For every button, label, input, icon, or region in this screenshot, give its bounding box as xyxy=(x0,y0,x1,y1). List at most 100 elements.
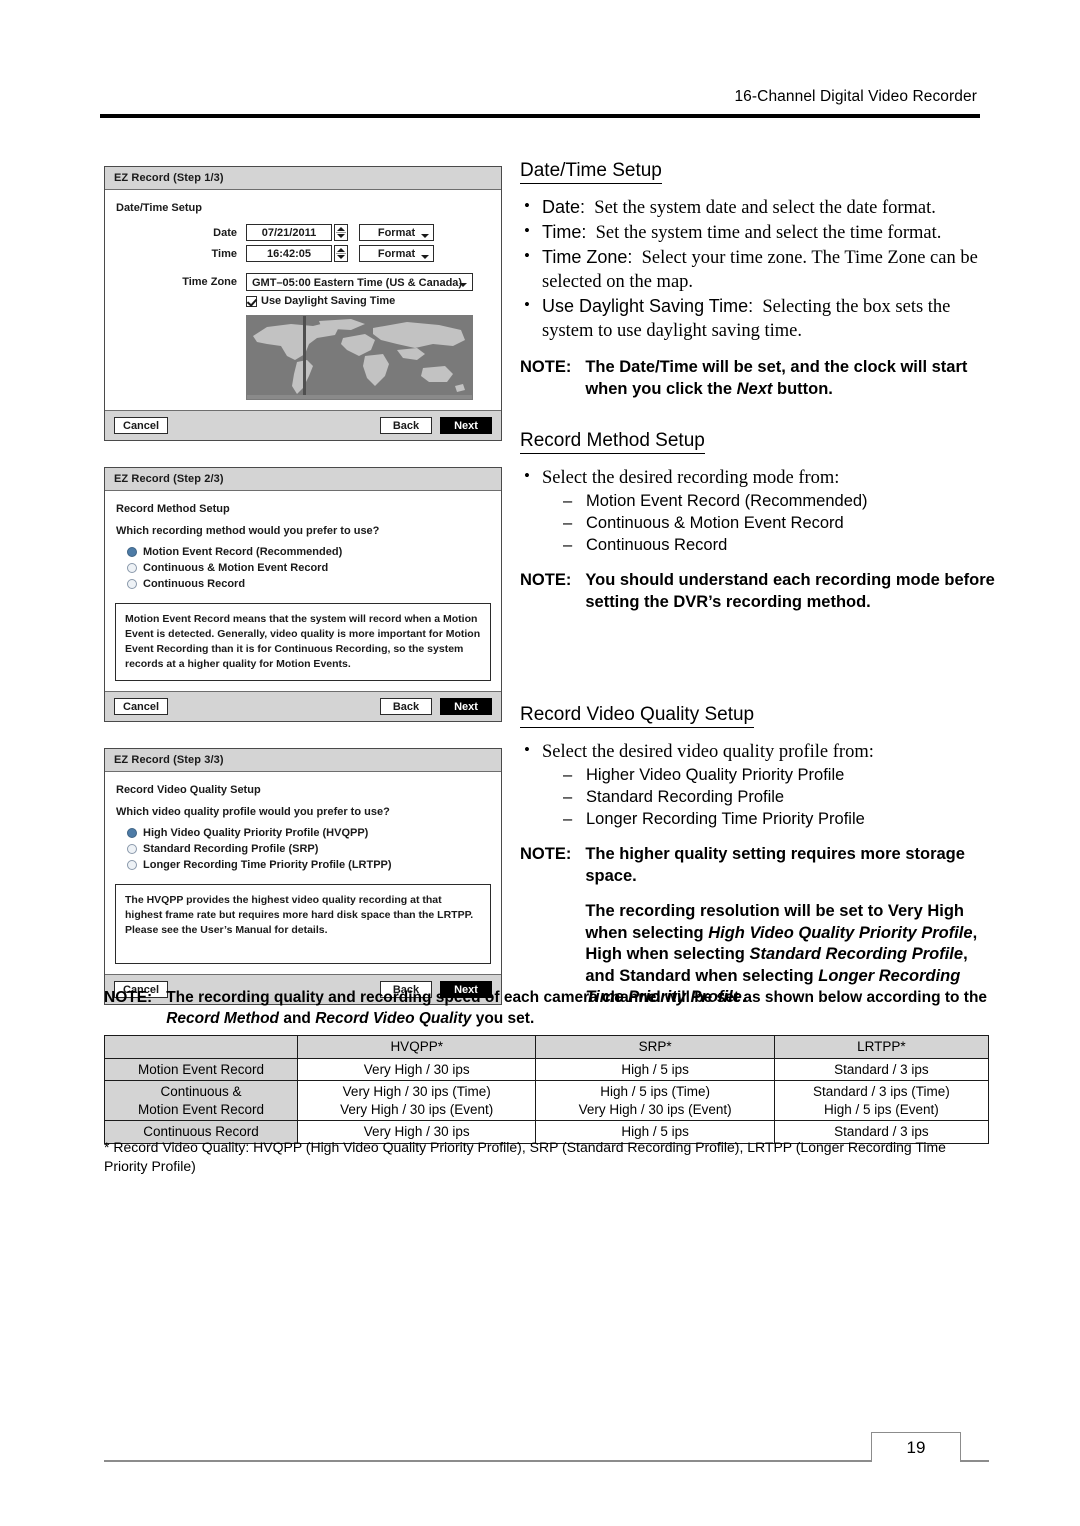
table-cell: Very High / 30 ips (Time) Very High / 30… xyxy=(296,1080,537,1122)
section-title: Record Video Quality Setup xyxy=(520,704,755,728)
radio-option[interactable]: Continuous & Motion Event Record xyxy=(127,562,491,574)
radio-label: Continuous Record xyxy=(143,578,246,590)
list-item: Motion Event Record (Recommended) xyxy=(560,490,998,512)
page-footer: 19 xyxy=(104,1432,989,1476)
note-emphasis-1: Record Method xyxy=(166,1009,280,1027)
note-label: NOTE: xyxy=(520,571,572,590)
radio-option[interactable]: Standard Recording Profile (SRP) xyxy=(127,843,491,855)
back-button[interactable]: Back xyxy=(380,417,432,434)
list-item: Longer Recording Time Priority Profile xyxy=(560,808,998,830)
next-button[interactable]: Next xyxy=(440,698,492,715)
time-row: Time 16:42:05 Format xyxy=(115,245,491,262)
bullet-text: Set the system time and select the time … xyxy=(595,223,942,244)
bullet-text: Select the desired video quality profile… xyxy=(542,742,874,762)
note-paragraph-1: The higher quality setting requires more… xyxy=(585,845,965,885)
world-map[interactable] xyxy=(246,315,473,400)
dialog-heading: Record Video Quality Setup xyxy=(116,784,261,796)
radio-selected-icon[interactable] xyxy=(127,547,137,557)
section-record-method-setup: Record Method Setup Select the desired r… xyxy=(520,430,998,613)
description-text: Motion Event Record means that the syste… xyxy=(125,613,481,670)
column-header-blank xyxy=(104,1035,298,1059)
dst-checkbox-row[interactable]: Use Daylight Saving Time xyxy=(246,295,491,307)
bullet-term: Use Daylight Saving Time: xyxy=(542,296,754,317)
table-footnote: * Record Video Quality: HVQPP (High Vide… xyxy=(104,1139,946,1175)
radio-unselected-icon[interactable] xyxy=(127,860,137,870)
back-button[interactable]: Back xyxy=(380,698,432,715)
dialog-question: Which video quality profile would you pr… xyxy=(116,806,390,818)
dialog-heading: Record Method Setup xyxy=(116,503,230,515)
document-page: 16-Channel Digital Video Recorder EZ Rec… xyxy=(0,0,1080,1526)
note-body: You should understand each recording mod… xyxy=(585,570,998,613)
cell-line: Very High / 30 ips (Time) xyxy=(342,1084,491,1100)
table-cell: Standard / 3 ips (Time) High / 5 ips (Ev… xyxy=(773,1080,990,1122)
note-text-a: The recording quality and recording spee… xyxy=(166,989,988,1006)
section-title: Record Method Setup xyxy=(520,430,705,454)
page-number: 19 xyxy=(871,1432,961,1462)
cancel-button[interactable]: Cancel xyxy=(114,698,169,715)
date-stepper[interactable] xyxy=(334,224,348,241)
cell-line: Very High / 30 ips (Event) xyxy=(340,1101,494,1117)
row-header: Continuous & Motion Event Record xyxy=(104,1080,298,1122)
bullet-list: Select the desired video quality profile… xyxy=(520,739,998,830)
video-quality-radio-group: High Video Quality Priority Profile (HVQ… xyxy=(127,827,491,871)
radio-option[interactable]: Continuous Record xyxy=(127,578,491,590)
timezone-label: Time Zone xyxy=(182,276,237,288)
table-row: Motion Event Record Very High / 30 ips H… xyxy=(104,1057,990,1082)
radio-option[interactable]: High Video Quality Priority Profile (HVQ… xyxy=(127,827,491,839)
note-label: NOTE: xyxy=(104,989,153,1006)
time-format-button[interactable]: Format xyxy=(359,245,434,262)
list-item: Standard Recording Profile xyxy=(560,786,998,808)
cancel-button[interactable]: Cancel xyxy=(114,417,169,434)
section-date-time-setup: Date/Time Setup Date: Set the system dat… xyxy=(520,160,998,400)
table-cell: High / 5 ips (Time) Very High / 30 ips (… xyxy=(535,1080,775,1122)
note-label: NOTE: xyxy=(520,358,572,377)
radio-unselected-icon[interactable] xyxy=(127,844,137,854)
radio-option[interactable]: Motion Event Record (Recommended) xyxy=(127,546,491,558)
list-item: Continuous Record xyxy=(560,534,998,556)
date-label: Date xyxy=(213,226,237,239)
dialog-question: Which recording method would you prefer … xyxy=(116,525,380,537)
table-cell: High / 5 ips xyxy=(535,1057,775,1082)
ez-record-step2-dialog: EZ Record (Step 2/3) Record Method Setup… xyxy=(104,467,502,722)
cell-line: Standard / 3 ips xyxy=(834,1061,929,1077)
dialog-footer: Cancel Back Next xyxy=(105,410,501,440)
row-header-line: Continuous & xyxy=(160,1084,242,1100)
note-emphasis-2: Standard Recording Profile xyxy=(749,945,964,964)
timezone-value: GMT–05:00 Eastern Time (US & Canada) xyxy=(252,277,463,289)
radio-label: Motion Event Record (Recommended) xyxy=(143,546,343,558)
date-format-button[interactable]: Format xyxy=(359,224,434,241)
cell-line: Standard / 3 ips (Time) xyxy=(813,1084,950,1100)
bullet-term: Date: xyxy=(542,197,586,217)
list-item: Use Daylight Saving Time: Selecting the … xyxy=(520,294,998,343)
timezone-select[interactable]: GMT–05:00 Eastern Time (US & Canada) xyxy=(246,273,473,291)
page-header-title: 16-Channel Digital Video Recorder xyxy=(734,88,977,105)
checkbox-checked-icon[interactable] xyxy=(246,295,257,307)
dialog-heading: Date/Time Setup xyxy=(116,202,202,214)
note-body: The recording quality and recording spee… xyxy=(166,988,989,1029)
note-text-c: you set. xyxy=(471,1009,535,1027)
next-button[interactable]: Next xyxy=(440,417,492,434)
section-title: Date/Time Setup xyxy=(520,160,662,184)
dialog-title: EZ Record (Step 1/3) xyxy=(105,167,501,190)
table-header-row: HVQPP* SRP* LRTPP* xyxy=(104,1035,990,1059)
radio-option[interactable]: Longer Recording Time Priority Profile (… xyxy=(127,859,491,871)
radio-unselected-icon[interactable] xyxy=(127,563,137,573)
note-emphasis: Next xyxy=(736,379,773,398)
list-item: Select the desired video quality profile… xyxy=(520,739,998,830)
time-label: Time xyxy=(211,247,237,260)
time-stepper[interactable] xyxy=(334,245,348,262)
timezone-row: Time Zone GMT–05:00 Eastern Time (US & C… xyxy=(115,273,491,291)
row-header-line: Motion Event Record xyxy=(137,1061,265,1077)
column-header-srp: SRP* xyxy=(535,1035,775,1059)
sub-list: Motion Event Record (Recommended) Contin… xyxy=(560,490,998,556)
list-item: Time: Set the system time and select the… xyxy=(520,220,998,245)
bullet-term: Time: xyxy=(542,222,587,243)
description-box: Motion Event Record means that the syste… xyxy=(115,603,491,681)
dialog-title: EZ Record (Step 2/3) xyxy=(105,468,501,491)
list-item: Select the desired recording mode from: … xyxy=(520,465,998,556)
note-block: NOTE: The higher quality setting require… xyxy=(520,844,998,1008)
date-input[interactable]: 07/21/2011 xyxy=(246,224,332,241)
radio-unselected-icon[interactable] xyxy=(127,579,137,589)
radio-selected-icon[interactable] xyxy=(127,828,137,838)
time-input[interactable]: 16:42:05 xyxy=(246,245,332,262)
